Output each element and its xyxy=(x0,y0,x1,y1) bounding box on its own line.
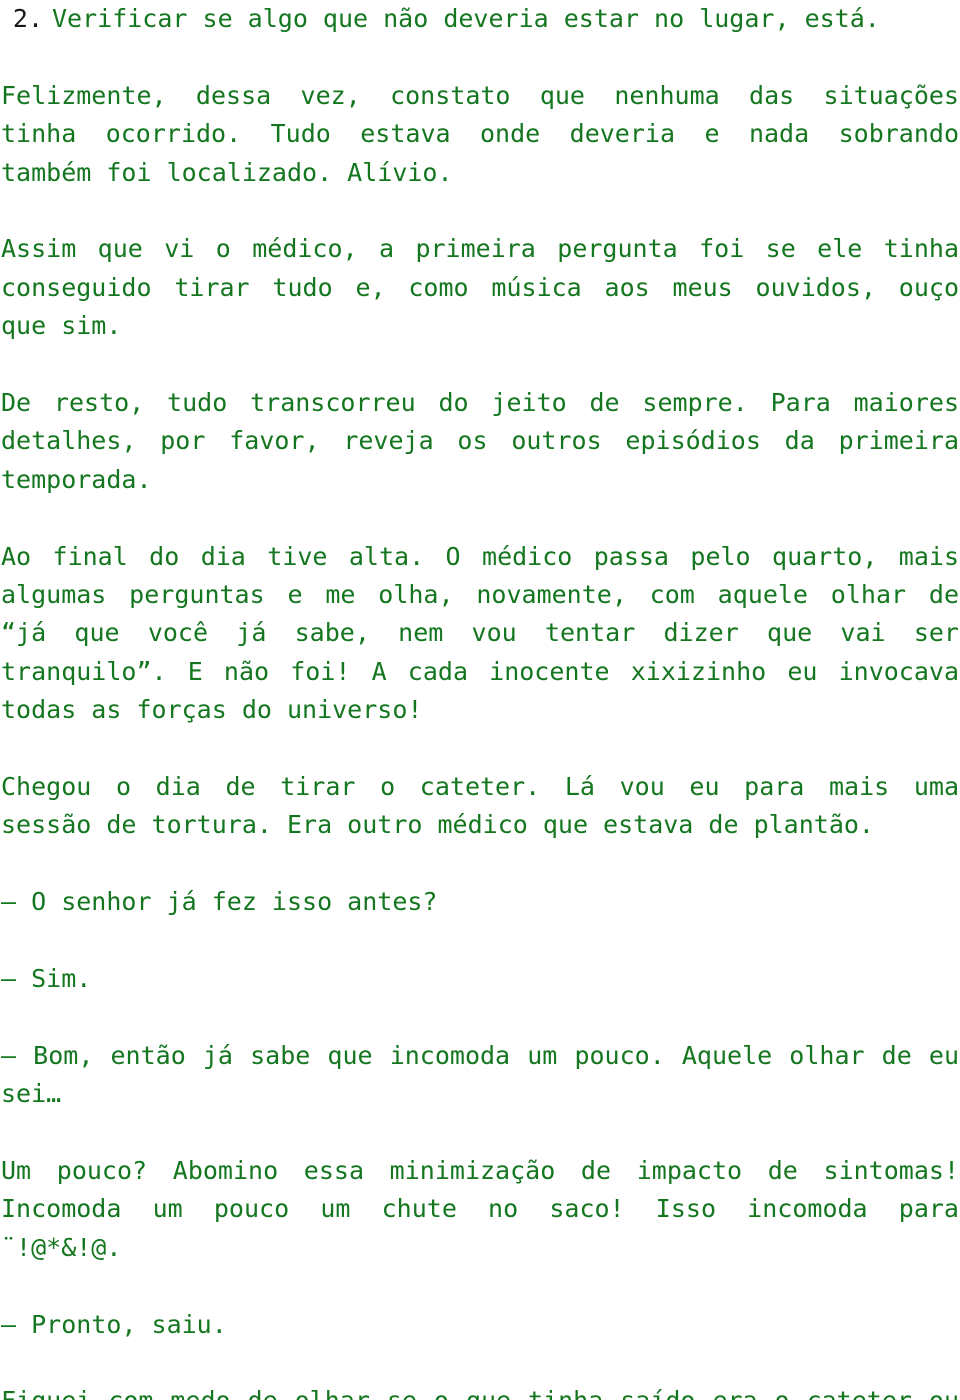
paragraph-chegou-o-dia: Chegou o dia de tirar o cateter. Lá vou … xyxy=(1,768,959,845)
dialogue-o-senhor-ja-fez: — O senhor já fez isso antes? xyxy=(1,883,959,921)
text-line: Incomoda um pouco um chute no saco! Isso… xyxy=(1,1194,959,1224)
dialogue-bom-entao: — Bom, então já sabe que incomoda um pou… xyxy=(1,1037,959,1114)
paragraph-assim-que-vi-o-medico: Assim que vi o médico, a primeira pergun… xyxy=(1,230,959,345)
text-line: De resto, tudo transcorreu do jeito de s… xyxy=(1,388,959,418)
text-line: — O senhor já fez isso antes? xyxy=(1,887,438,917)
text-line: que sim. xyxy=(1,311,122,341)
text-line: Um pouco? Abomino essa minimização de im… xyxy=(1,1156,959,1186)
text-line: “já que você já sabe, nem vou tentar diz… xyxy=(1,618,959,648)
text-line: Felizmente, dessa vez, constato que nenh… xyxy=(1,80,959,110)
text-line: tranquilo”. E não foi! A cada inocente x… xyxy=(1,656,959,686)
text-line: Ao final do dia tive alta. O médico pass… xyxy=(1,541,959,571)
text-line: — Bom, então já sabe que incomoda um pou… xyxy=(1,1040,959,1070)
text-line: sessão de tortura. Era outro médico que … xyxy=(1,810,874,840)
text-line: conseguido tirar tudo e, como música aos… xyxy=(1,272,959,302)
text-line: Chegou o dia de tirar o cateter. Lá vou … xyxy=(1,772,959,802)
paragraph-ao-final-do-dia: Ao final do dia tive alta. O médico pass… xyxy=(1,538,959,730)
text-line: também foi localizado. Alívio. xyxy=(1,157,453,187)
paragraph-fiquei-com-medo: Fiquei com medo de olhar se o que tinha … xyxy=(1,1382,959,1400)
text-line: — Sim. xyxy=(1,964,92,994)
dialogue-sim: — Sim. xyxy=(1,960,959,998)
text-line: Assim que vi o médico, a primeira pergun… xyxy=(1,234,959,264)
text-line: sei… xyxy=(1,1079,62,1109)
text-line: Fiquei com medo de olhar se o que tinha … xyxy=(1,1382,959,1400)
list-item-text: Verificar se algo que não deveria estar … xyxy=(52,4,880,33)
paragraph-felizmente: Felizmente, dessa vez, constato que nenh… xyxy=(1,77,959,192)
numbered-list-item-2: 2. Verificar se algo que não deveria esta… xyxy=(1,0,959,38)
list-item-marker: 2. xyxy=(12,4,43,33)
text-line: temporada. xyxy=(1,464,152,494)
text-line: — Pronto, saiu. xyxy=(1,1309,227,1339)
text-line: algumas perguntas e me olha, novamente, … xyxy=(1,580,959,610)
dialogue-pronto-saiu: — Pronto, saiu. xyxy=(1,1306,959,1344)
text-line: todas as forças do universo! xyxy=(1,695,423,725)
text-line: detalhes, por favor, reveja os outros ep… xyxy=(1,426,959,456)
document-body: 2. Verificar se algo que não deveria esta… xyxy=(1,0,959,1400)
paragraph-de-resto: De resto, tudo transcorreu do jeito de s… xyxy=(1,384,959,499)
text-line: ¨!@*&!@. xyxy=(1,1232,122,1262)
text-line: tinha ocorrido. Tudo estava onde deveria… xyxy=(1,119,959,149)
document-page: 2. Verificar se algo que não deveria esta… xyxy=(0,0,960,1400)
paragraph-um-pouco: Um pouco? Abomino essa minimização de im… xyxy=(1,1152,959,1267)
